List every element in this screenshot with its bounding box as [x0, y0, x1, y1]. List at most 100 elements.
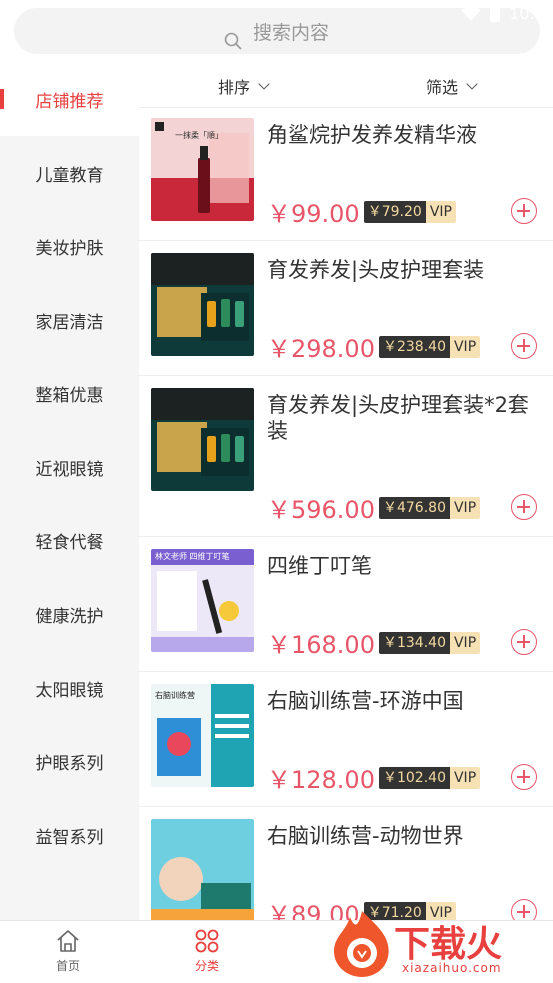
sidebar-item-label: 益智系列: [35, 827, 104, 848]
sidebar-item-label: 儿童教育: [35, 165, 104, 186]
nav-category-label: 分类: [194, 959, 219, 973]
vip-badge: ￥134.40 VIP: [378, 631, 481, 654]
home-icon: [57, 930, 79, 952]
product-title: 右脑训练营-动物世界: [267, 824, 464, 848]
status-time: 10:2: [509, 4, 545, 23]
active-indicator: [0, 89, 4, 109]
sidebar-item-label: 店铺推荐: [35, 91, 104, 112]
vip-badge: ￥476.80 VIP: [378, 496, 481, 519]
product-image[interactable]: 右脑训练营: [151, 684, 254, 787]
product-card[interactable]: 一抹柔「順」 角鲨烷护发养发精华液 ￥99.00 ￥79.20 VIP: [139, 108, 553, 241]
chevron-down-icon: [258, 78, 270, 90]
product-image[interactable]: [151, 253, 254, 356]
sidebar-item-eye-care[interactable]: 护眼系列: [0, 724, 139, 798]
sidebar-item-myopia-glasses[interactable]: 近视眼镜: [0, 430, 139, 504]
price-row: ￥168.00 ￥134.40 VIP: [267, 625, 481, 660]
product-card[interactable]: 右脑训练营-动物世界 ￥89.00 ￥71.20 VIP: [139, 807, 553, 920]
sidebar-item-store-recommend[interactable]: 店铺推荐: [0, 62, 139, 136]
product-image[interactable]: 一抹柔「順」: [151, 118, 254, 221]
vip-tag: VIP: [425, 200, 456, 223]
search-icon: [224, 32, 242, 50]
add-to-cart-button[interactable]: [511, 494, 537, 520]
product-card[interactable]: 右脑训练营 右脑训练营-环游中国 ￥128.00 ￥102.40 VIP: [139, 672, 553, 807]
nav-home[interactable]: 首页: [33, 929, 103, 974]
filter-dropdown[interactable]: 筛选: [426, 74, 478, 98]
sidebar-item-label: 家居清洁: [35, 312, 104, 333]
watermark-logo: 下载火 xiazaihuo.com: [326, 905, 553, 983]
vip-badge: ￥238.40 VIP: [378, 335, 481, 358]
product-image-text: 林文老师 四维丁叮笔: [155, 552, 230, 561]
vip-tag: VIP: [449, 766, 481, 789]
product-price: ￥298.00: [267, 335, 375, 363]
sidebar-item-label: 整箱优惠: [35, 385, 104, 406]
price-row: ￥298.00 ￥238.40 VIP: [267, 329, 481, 364]
product-title: 四维丁叮笔: [267, 554, 372, 578]
vip-price: ￥79.20: [363, 200, 426, 223]
sidebar-item-case-deals[interactable]: 整箱优惠: [0, 356, 139, 430]
add-to-cart-button[interactable]: [511, 629, 537, 655]
sidebar-item-sunglasses[interactable]: 太阳眼镜: [0, 651, 139, 725]
search-placeholder: 搜索内容: [253, 22, 330, 44]
category-icon: [195, 929, 219, 953]
product-price: ￥128.00: [267, 766, 375, 794]
sort-label: 排序: [218, 78, 251, 97]
flame-logo-icon: [334, 911, 389, 977]
price-row: ￥99.00 ￥79.20 VIP: [267, 194, 456, 229]
product-image-text: 一抹柔「順」: [175, 131, 223, 140]
product-title: 右脑训练营-环游中国: [267, 689, 464, 713]
product-image[interactable]: 林文老师 四维丁叮笔: [151, 549, 254, 652]
sidebar-item-kids-education[interactable]: 儿童教育: [0, 136, 139, 210]
vip-price: ￥134.40: [378, 631, 450, 654]
product-image[interactable]: [151, 819, 254, 920]
product-title: 育发养发|头皮护理套装: [267, 258, 485, 282]
sidebar-item-label: 轻食代餐: [35, 532, 104, 553]
vip-tag: VIP: [449, 496, 481, 519]
vip-tag: VIP: [449, 335, 481, 358]
product-title: 育发养发|头皮护理套装*2套装: [267, 393, 529, 443]
sidebar-item-beauty-skincare[interactable]: 美妆护肤: [0, 209, 139, 283]
product-image[interactable]: [151, 388, 254, 491]
add-to-cart-button[interactable]: [511, 333, 537, 359]
watermark-text: 下载火: [394, 924, 503, 965]
status-bar: 10:2: [461, 4, 545, 23]
wifi-icon: [461, 6, 482, 21]
sort-dropdown[interactable]: 排序: [218, 74, 270, 98]
vip-price: ￥102.40: [378, 766, 450, 789]
sidebar-item-health-wash[interactable]: 健康洗护: [0, 577, 139, 651]
sidebar-item-puzzle[interactable]: 益智系列: [0, 798, 139, 872]
product-card[interactable]: 林文老师 四维丁叮笔 四维丁叮笔 ￥168.00 ￥134.40 VIP: [139, 537, 553, 672]
product-price: ￥99.00: [267, 200, 360, 228]
add-to-cart-button[interactable]: [511, 198, 537, 224]
vip-price: ￥476.80: [378, 496, 450, 519]
price-row: ￥128.00 ￥102.40 VIP: [267, 760, 481, 795]
add-to-cart-button[interactable]: [511, 764, 537, 790]
vip-price: ￥238.40: [378, 335, 450, 358]
nav-home-label: 首页: [55, 959, 80, 973]
battery-icon: [490, 6, 501, 22]
vip-badge: ￥102.40 VIP: [378, 766, 481, 789]
filter-row: 排序 筛选: [139, 62, 553, 108]
filter-label: 筛选: [426, 78, 459, 97]
product-list: 一抹柔「順」 角鲨烷护发养发精华液 ￥99.00 ￥79.20 VIP 育发养发…: [139, 108, 553, 920]
product-price: ￥596.00: [267, 496, 375, 524]
sidebar-item-light-meals[interactable]: 轻食代餐: [0, 503, 139, 577]
sidebar-item-label: 健康洗护: [35, 606, 104, 627]
sidebar-item-home-cleaning[interactable]: 家居清洁: [0, 283, 139, 357]
product-title: 角鲨烷护发养发精华液: [267, 123, 477, 147]
nav-category[interactable]: 分类: [172, 929, 242, 974]
product-image-text: 右脑训练营: [155, 691, 195, 700]
sidebar-item-label: 近视眼镜: [35, 459, 104, 480]
chevron-down-icon: [466, 78, 478, 90]
vip-badge: ￥79.20 VIP: [363, 200, 456, 223]
product-card[interactable]: 育发养发|头皮护理套装*2套装 ￥596.00 ￥476.80 VIP: [139, 376, 553, 537]
sidebar-item-label: 太阳眼镜: [35, 680, 104, 701]
product-price: ￥168.00: [267, 631, 375, 659]
sidebar-item-label: 护眼系列: [35, 753, 104, 774]
category-sidebar: 店铺推荐 儿童教育 美妆护肤 家居清洁 整箱优惠 近视眼镜 轻食代餐 健康洗护 …: [0, 62, 139, 920]
watermark-url: xiazaihuo.com: [402, 961, 502, 975]
vip-tag: VIP: [449, 631, 481, 654]
product-card[interactable]: 育发养发|头皮护理套装 ￥298.00 ￥238.40 VIP: [139, 241, 553, 376]
price-row: ￥596.00 ￥476.80 VIP: [267, 490, 481, 525]
top-bar: 搜索内容 10:2: [0, 0, 553, 62]
sidebar-item-label: 美妆护肤: [35, 238, 104, 259]
